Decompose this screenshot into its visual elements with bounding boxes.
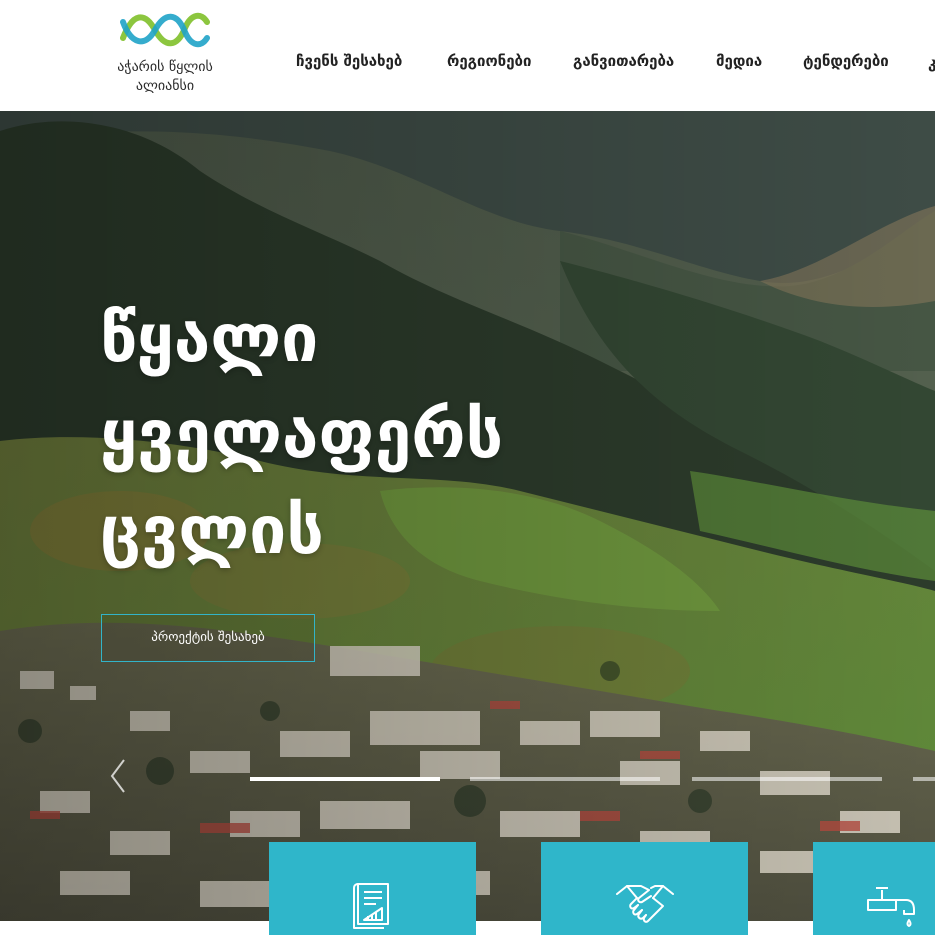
nav-item-development[interactable]: განვითარება (573, 52, 674, 70)
hero-banner: წყალი ყველაფერს ცვლის პროექტის შესახებ (0, 111, 935, 921)
hero-title-line-2: ყველაფერს (100, 396, 504, 473)
feature-card-water[interactable] (813, 842, 935, 935)
feature-card-blueprint[interactable] (269, 842, 476, 935)
site-header: აჭარის წყლის ალიანსი ჩვენს შესახებ რეგიო… (0, 0, 935, 111)
nav-item-overflow[interactable]: კ (928, 54, 935, 74)
nav-item-media[interactable]: მედია (716, 52, 762, 70)
slider-prev-icon[interactable] (106, 756, 130, 796)
logo-line-2: ალიანსი (135, 78, 195, 94)
feature-card-partnership[interactable] (541, 842, 748, 935)
hero-title: წყალი ყველაფერს ცვლის (100, 291, 660, 579)
nav-item-regions[interactable]: რეგიონები (447, 52, 531, 70)
water-tap-icon (867, 887, 915, 927)
slider-indicator-1[interactable] (250, 777, 440, 781)
slider-indicator-4[interactable] (913, 777, 935, 781)
hero-title-line-1: წყალი (100, 300, 319, 377)
about-project-button[interactable]: პროექტის შესახებ (101, 614, 315, 662)
slider-indicator-2[interactable] (470, 777, 660, 781)
hero-title-line-3: ცვლის (100, 492, 324, 569)
logo-waves-icon (120, 12, 210, 48)
slider-indicator-3[interactable] (692, 777, 882, 781)
main-nav: ჩვენს შესახებ რეგიონები განვითარება მედი… (0, 52, 935, 76)
handshake-icon (615, 885, 674, 923)
nav-item-about[interactable]: ჩვენს შესახებ (296, 52, 402, 70)
nav-item-tenders[interactable]: ტენდერები (803, 52, 889, 70)
blueprint-icon (352, 883, 389, 929)
